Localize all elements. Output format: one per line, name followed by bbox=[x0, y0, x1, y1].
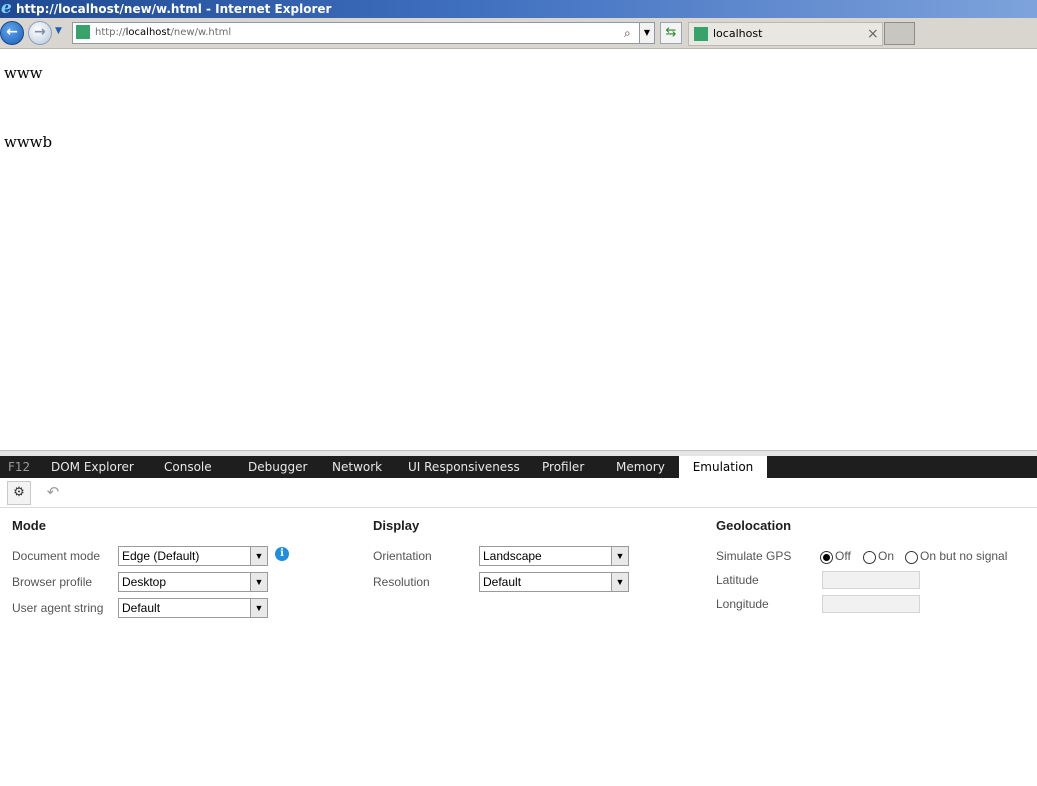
compatibility-refresh-button[interactable]: ⇆ bbox=[660, 22, 682, 44]
document-mode-value: Edge (Default) bbox=[122, 549, 200, 563]
tab-profiler[interactable]: Profiler bbox=[542, 456, 584, 478]
address-prefix: http:// bbox=[95, 27, 126, 38]
orientation-select[interactable]: Landscape ▼ bbox=[479, 546, 629, 566]
page-content: www wwwb bbox=[0, 48, 1037, 449]
devtools-tab-bar: F12 DOM Explorer Console Debugger Networ… bbox=[0, 456, 1037, 478]
tab-ui-responsiveness[interactable]: UI Responsiveness bbox=[408, 456, 520, 478]
settings-button[interactable]: ⚙ bbox=[7, 481, 31, 505]
tab-debugger[interactable]: Debugger bbox=[248, 456, 307, 478]
tab-dom-explorer[interactable]: DOM Explorer bbox=[51, 456, 134, 478]
back-arrow-icon: ← bbox=[6, 24, 18, 40]
chevron-down-icon: ▼ bbox=[250, 599, 267, 617]
search-icon[interactable]: ⌕ bbox=[624, 23, 631, 43]
geolocation-section-title: Geolocation bbox=[716, 518, 792, 533]
address-text[interactable]: http://localhost/new/w.html bbox=[95, 23, 231, 43]
gps-no-signal-radio[interactable] bbox=[905, 551, 918, 564]
page-text-line: www bbox=[4, 64, 43, 82]
chevron-down-icon: ▼ bbox=[611, 547, 628, 565]
new-tab-button[interactable] bbox=[884, 22, 915, 45]
refresh-icon: ⇆ bbox=[665, 25, 677, 40]
browser-profile-value: Desktop bbox=[122, 575, 167, 589]
chevron-down-icon: ▼ bbox=[643, 28, 651, 37]
longitude-input[interactable] bbox=[822, 595, 920, 613]
user-agent-select[interactable]: Default ▼ bbox=[118, 598, 268, 618]
chevron-down-icon: ▼ bbox=[611, 573, 628, 591]
info-icon[interactable]: i bbox=[275, 547, 289, 561]
document-mode-select[interactable]: Edge (Default) ▼ bbox=[118, 546, 268, 566]
browser-tab[interactable]: localhost × bbox=[688, 22, 883, 46]
page-text-line: wwwb bbox=[4, 133, 53, 151]
chevron-down-icon: ▼ bbox=[250, 547, 267, 565]
reset-button[interactable]: ↶ bbox=[44, 483, 62, 501]
undo-icon: ↶ bbox=[46, 483, 60, 501]
emulation-panel: Mode Document mode Edge (Default) ▼ i Br… bbox=[0, 508, 1037, 786]
window-title-bar: e http://localhost/new/w.html - Internet… bbox=[0, 0, 1037, 18]
tab-f12: F12 bbox=[8, 460, 31, 474]
address-dropdown-button[interactable]: ▼ bbox=[639, 22, 655, 44]
gps-off-label: Off bbox=[835, 549, 851, 563]
user-agent-label: User agent string bbox=[12, 601, 104, 615]
orientation-label: Orientation bbox=[373, 549, 432, 563]
forward-button[interactable]: → bbox=[28, 21, 52, 45]
navigation-bar: ← → ▼ http://localhost/new/w.html ⌕ ▼ ⇆ … bbox=[0, 18, 1037, 49]
close-icon[interactable]: × bbox=[867, 23, 879, 45]
tab-label: localhost bbox=[713, 27, 763, 40]
history-dropdown-icon[interactable]: ▼ bbox=[55, 26, 62, 36]
mode-section-title: Mode bbox=[12, 518, 46, 533]
user-agent-value: Default bbox=[122, 601, 161, 615]
tab-network[interactable]: Network bbox=[332, 456, 382, 478]
tab-console[interactable]: Console bbox=[164, 456, 212, 478]
window-title: http://localhost/new/w.html - Internet E… bbox=[16, 2, 332, 16]
orientation-value: Landscape bbox=[483, 549, 542, 563]
latitude-input[interactable] bbox=[822, 571, 920, 589]
resolution-select[interactable]: Default ▼ bbox=[479, 572, 629, 592]
back-button[interactable]: ← bbox=[0, 21, 24, 45]
address-bar[interactable]: http://localhost/new/w.html ⌕ bbox=[72, 22, 640, 44]
devtools-toolbar: ⚙ ↶ bbox=[0, 478, 1037, 508]
browser-profile-label: Browser profile bbox=[12, 575, 93, 589]
simulate-gps-label: Simulate GPS bbox=[716, 549, 792, 563]
address-path: /new/w.html bbox=[170, 27, 232, 38]
address-host: localhost bbox=[125, 27, 171, 38]
tab-favicon-icon bbox=[694, 27, 708, 41]
browser-profile-select[interactable]: Desktop ▼ bbox=[118, 572, 268, 592]
resolution-label: Resolution bbox=[373, 575, 430, 589]
chevron-down-icon: ▼ bbox=[250, 573, 267, 591]
internet-explorer-logo-icon: e bbox=[1, 0, 12, 18]
longitude-label: Longitude bbox=[716, 597, 769, 611]
gear-icon: ⚙ bbox=[13, 485, 25, 500]
gps-on-radio[interactable] bbox=[863, 551, 876, 564]
tab-memory[interactable]: Memory bbox=[616, 456, 665, 478]
display-section-title: Display bbox=[373, 518, 420, 533]
gps-on-label: On bbox=[878, 549, 895, 563]
resolution-value: Default bbox=[483, 575, 522, 589]
document-mode-label: Document mode bbox=[12, 549, 101, 563]
latitude-label: Latitude bbox=[716, 573, 759, 587]
gps-off-radio[interactable] bbox=[820, 551, 833, 564]
gps-no-signal-label: On but no signal bbox=[920, 549, 1008, 563]
page-favicon-icon bbox=[76, 25, 90, 39]
tab-emulation[interactable]: Emulation bbox=[679, 456, 767, 478]
forward-arrow-icon: → bbox=[34, 24, 46, 40]
